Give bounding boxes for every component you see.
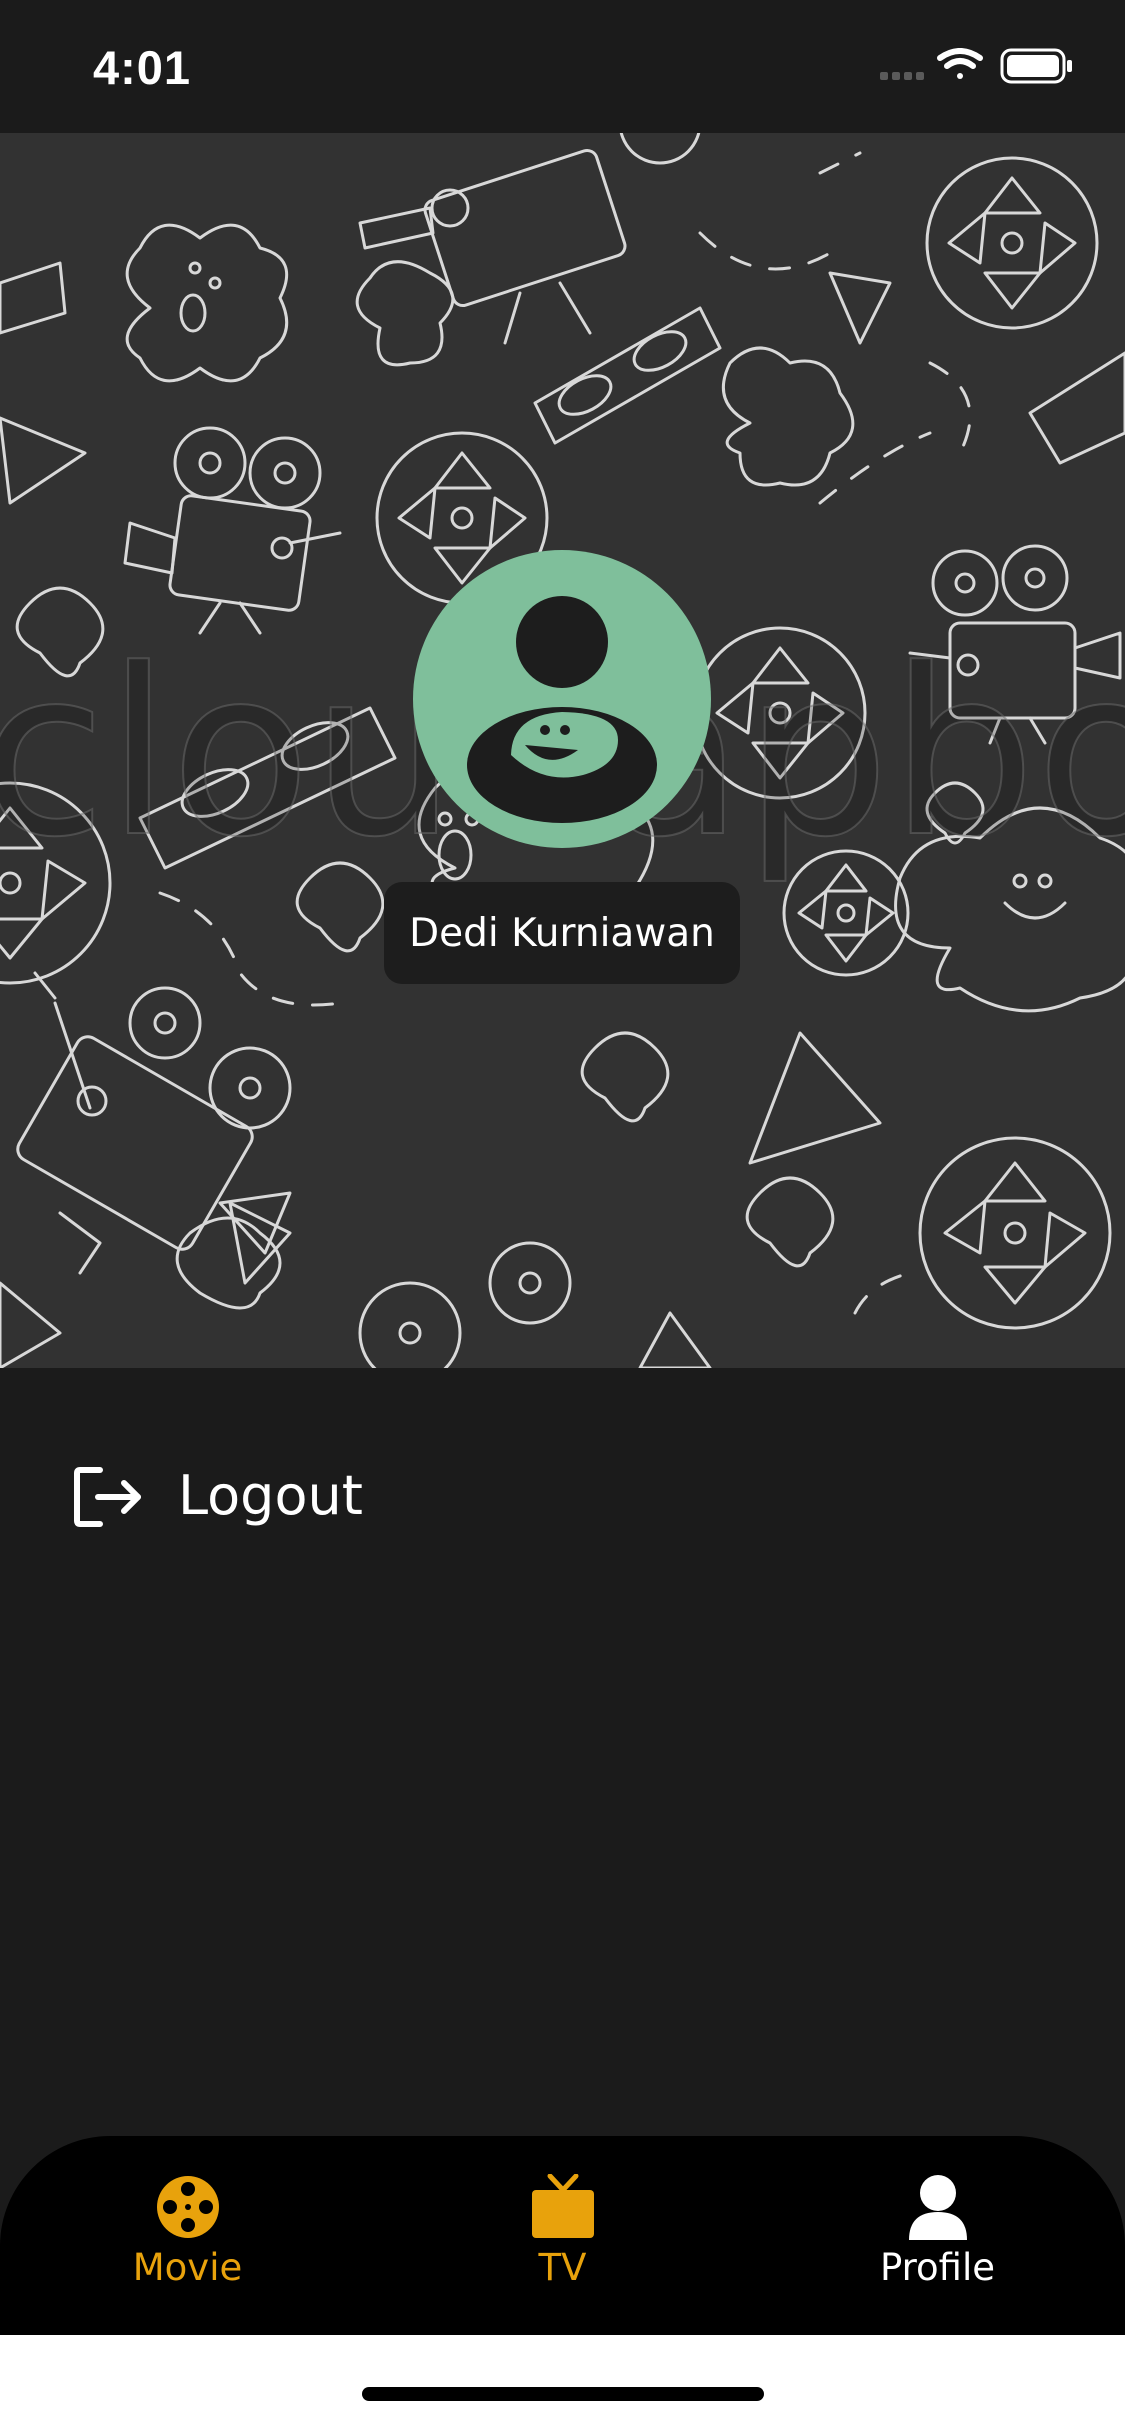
home-indicator-area xyxy=(0,2335,1125,2436)
profile-header: cloudapbox Dedi Kurniawan xyxy=(0,133,1125,1368)
home-indicator[interactable] xyxy=(362,2387,764,2401)
cellular-icon xyxy=(880,72,924,80)
tab-tv-label: TV xyxy=(538,2246,587,2289)
tab-profile[interactable]: Profile xyxy=(750,2136,1125,2335)
logout-button[interactable]: Logout xyxy=(0,1428,1125,1563)
film-reel-icon xyxy=(157,2176,219,2238)
tv-icon xyxy=(532,2174,594,2238)
bottom-tab-bar: Movie TV Profile xyxy=(0,2136,1125,2335)
battery-icon xyxy=(1000,48,1072,84)
tab-tv[interactable]: TV xyxy=(375,2136,750,2335)
logout-icon xyxy=(74,1467,141,1527)
user-name-label: Dedi Kurniawan xyxy=(384,882,740,984)
camera-decoration xyxy=(358,133,701,345)
wifi-icon xyxy=(937,48,983,79)
tab-profile-label: Profile xyxy=(879,2246,996,2289)
logout-label: Logout xyxy=(178,1464,363,1527)
profile-menu: Logout xyxy=(0,1368,1125,2138)
tab-movie-label: Movie xyxy=(132,2246,243,2289)
user-name: Dedi Kurniawan xyxy=(409,910,715,956)
tab-movie[interactable]: Movie xyxy=(0,2136,375,2335)
avatar xyxy=(413,550,711,848)
status-icons xyxy=(880,48,1072,84)
film-reel-decoration xyxy=(925,156,1099,330)
person-icon xyxy=(909,2175,967,2240)
status-bar: 4:01 xyxy=(0,0,1125,133)
status-time: 4:01 xyxy=(93,41,192,94)
